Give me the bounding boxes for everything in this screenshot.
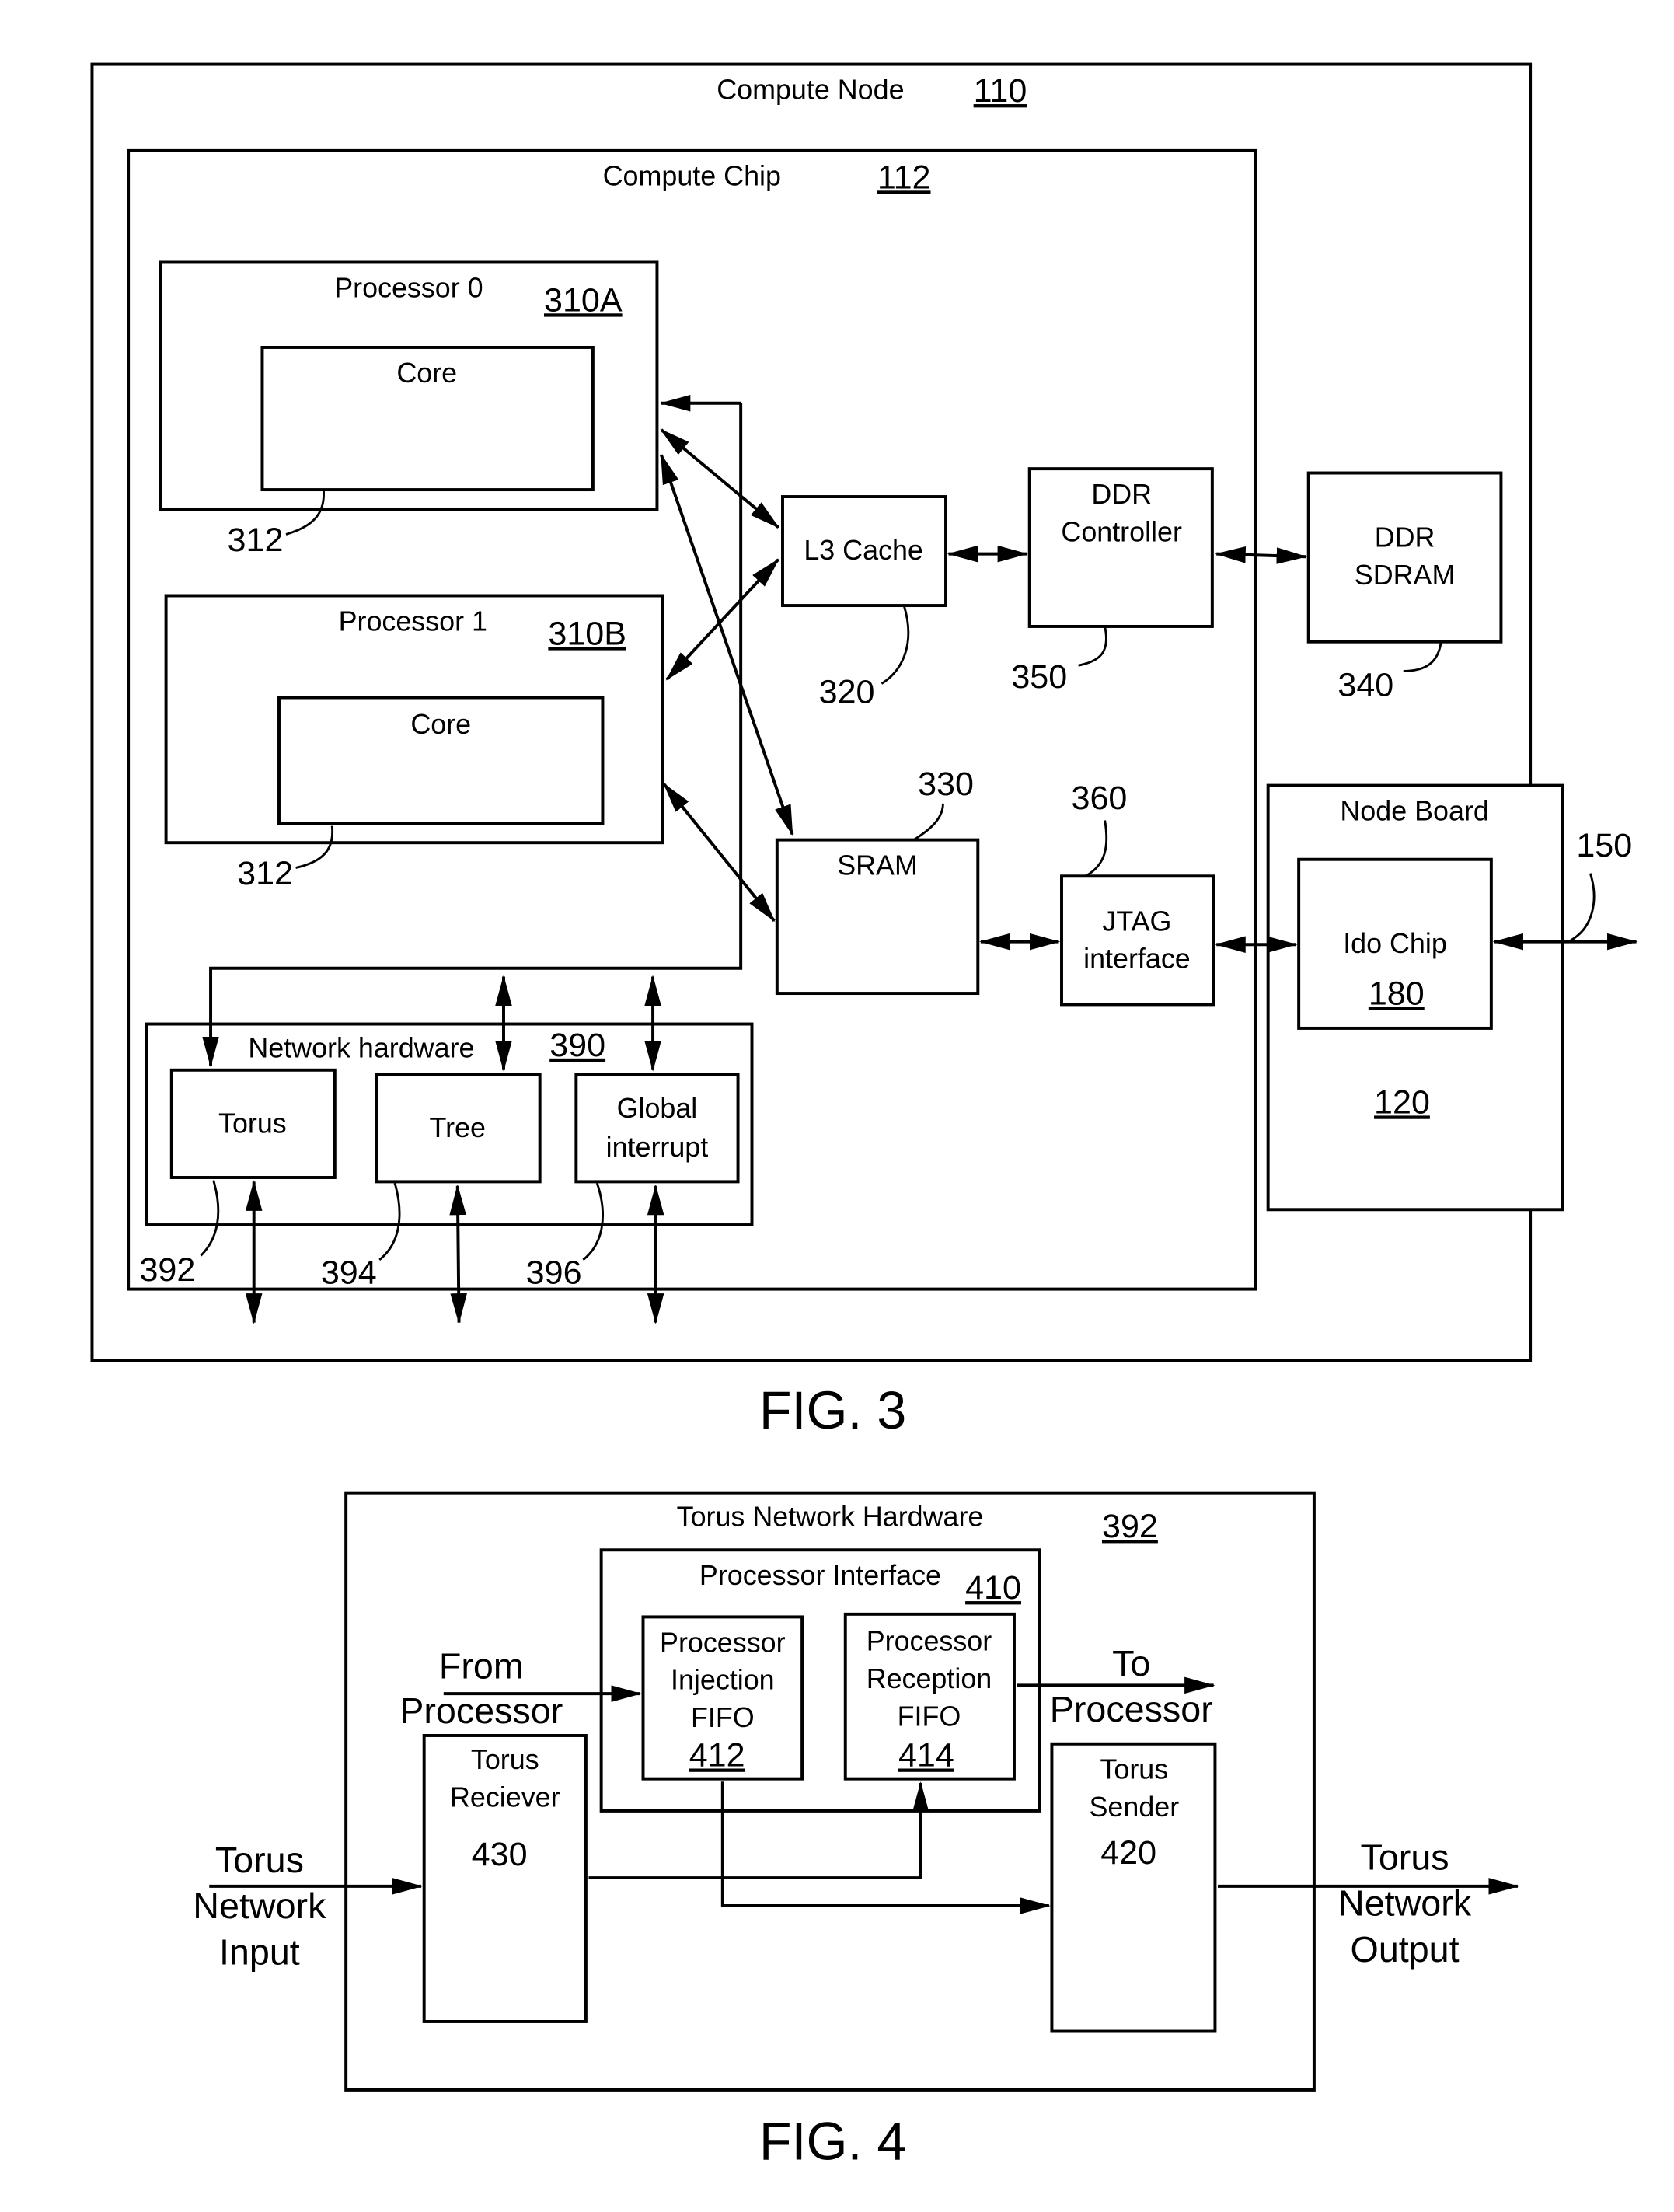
node-board-ref: 120 [1374, 1083, 1430, 1121]
l3-cache-label: L3 Cache [804, 535, 923, 566]
l3-cache-ref: 320 [819, 674, 875, 711]
tree-ref: 394 [321, 1254, 377, 1291]
ido-chip-label: Ido Chip [1343, 928, 1447, 959]
injection-fifo-line3: FIFO [691, 1702, 755, 1733]
reception-fifo-line3: FIFO [898, 1701, 961, 1732]
ddr-sdram-box [1306, 471, 1503, 644]
compute-node-ref: 110 [974, 72, 1027, 110]
global-interrupt-label-2: interrupt [606, 1132, 709, 1163]
torus-receiver-line2: Reciever [450, 1782, 560, 1813]
processor0-ref: 310A [544, 281, 623, 319]
processor0-label: Processor 0 [334, 272, 483, 303]
compute-chip-label: Compute Chip [603, 161, 781, 192]
torus-network-hardware-label: Torus Network Hardware [677, 1502, 984, 1533]
reception-fifo-line1: Processor [867, 1625, 992, 1656]
to-processor-line2: Processor [1050, 1689, 1213, 1729]
torus-network-hardware-ref: 392 [1102, 1508, 1158, 1545]
ddr-controller-label-2: Controller [1061, 516, 1182, 547]
jtag-label-1: JTAG [1102, 905, 1171, 937]
compute-chip-ref: 112 [877, 159, 931, 196]
processor0-core-label: Core [396, 358, 457, 389]
jtag-box [1060, 874, 1215, 1007]
node-board-label: Node Board [1340, 795, 1488, 826]
torus-sender-box [1050, 1742, 1217, 2033]
fig3-caption: FIG. 3 [759, 1381, 907, 1440]
processor-interface-label: Processor Interface [699, 1560, 941, 1591]
global-interrupt-box [574, 1073, 740, 1184]
network-hardware-label: Network hardware [248, 1033, 474, 1064]
compute-node-label: Compute Node [717, 74, 904, 105]
fig3: Compute Node 110 Compute Chip 112 Proces… [90, 62, 1638, 1440]
network-input-line3: Input [219, 1931, 300, 1972]
injection-fifo-line1: Processor [660, 1627, 786, 1658]
reception-fifo-ref: 414 [898, 1736, 954, 1774]
network-output-line2: Network [1338, 1883, 1472, 1924]
torus-label: Torus [218, 1108, 287, 1139]
torus-sender-line1: Torus [1100, 1754, 1168, 1785]
sram-ref: 330 [918, 766, 974, 803]
torus-receiver-box [422, 1734, 588, 2023]
global-interrupt-label-1: Global [617, 1093, 698, 1124]
network-input-line1: Torus [215, 1840, 304, 1880]
patent-figures: Compute Node 110 Compute Chip 112 Proces… [90, 62, 1638, 2172]
fig4: Torus Network Hardware 392 Processor Int… [193, 1491, 1519, 2172]
processor0-core-ref: 312 [228, 522, 284, 559]
jtag-ref: 360 [1072, 780, 1128, 817]
torus-ref: 392 [139, 1251, 195, 1289]
from-processor-line1: From [439, 1645, 524, 1686]
fig4-caption: FIG. 4 [759, 2113, 907, 2172]
tree-label: Tree [430, 1112, 486, 1143]
tree-external-arrow [449, 1184, 467, 1324]
injection-fifo-line2: Injection [671, 1665, 775, 1696]
ddr-controller-label-1: DDR [1091, 479, 1152, 510]
processor1-core-label: Core [410, 709, 471, 740]
ddr-controller-ref: 350 [1011, 658, 1067, 696]
to-processor-line1: To [1112, 1643, 1150, 1683]
ido-chip-ref: 180 [1369, 975, 1425, 1012]
torus-sender-line2: Sender [1089, 1792, 1179, 1823]
injection-fifo-ref: 412 [689, 1736, 745, 1774]
reception-fifo-line2: Reception [867, 1663, 992, 1694]
ddr-sdram-ref: 340 [1337, 667, 1393, 704]
from-processor-line2: Processor [399, 1690, 563, 1731]
network-output-line3: Output [1351, 1929, 1460, 1970]
network-hardware-ref: 390 [549, 1027, 605, 1064]
torus-receiver-ref: 430 [472, 1836, 528, 1873]
processor1-label: Processor 1 [339, 605, 487, 637]
ddr-sdram-label-2: SDRAM [1355, 560, 1456, 591]
network-input-line2: Network [193, 1886, 326, 1926]
external-link-ref: 150 [1576, 827, 1632, 864]
processor1-ref: 310B [548, 615, 626, 652]
processor1-core-ref: 312 [237, 855, 293, 892]
torus-sender-ref: 420 [1100, 1834, 1156, 1872]
jtag-label-2: interface [1083, 944, 1191, 975]
ddr-sdram-label-1: DDR [1375, 522, 1435, 553]
processor-interface-ref: 410 [965, 1569, 1021, 1607]
torus-receiver-line1: Torus [471, 1744, 539, 1775]
network-output-line1: Torus [1361, 1837, 1449, 1877]
sram-label: SRAM [837, 850, 918, 881]
leader-line [1570, 873, 1596, 942]
global-interrupt-ref: 396 [526, 1254, 582, 1291]
